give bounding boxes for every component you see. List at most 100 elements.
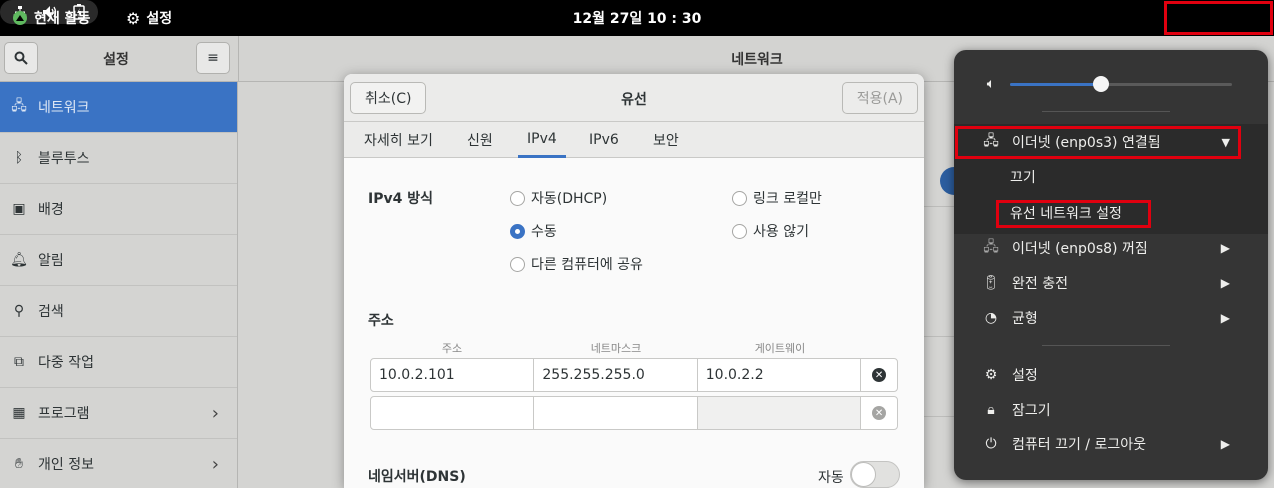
radio-label: 링크 로컬만: [753, 191, 822, 207]
radio-indicator: [510, 190, 525, 206]
method-auto-radio[interactable]: 자동(DHCP): [510, 188, 607, 208]
menu-item-label: 균형: [1012, 311, 1038, 327]
chevron-down-icon: ▼: [1221, 135, 1230, 149]
ipv4-method-label: IPv4 방식: [368, 191, 433, 207]
wired-settings-dialog: 취소(C) 유선 적용(A) 자세히 보기 신원 IPv4 IPv6 보안 IP…: [344, 74, 924, 488]
menu-item-label: 잠그기: [1012, 403, 1051, 419]
method-disable-radio[interactable]: 사용 않기: [732, 221, 809, 241]
sidebar-item-label: 배경: [38, 202, 64, 218]
sidebar-item-bluetooth[interactable]: ᛒ 블루투스: [0, 133, 237, 184]
wired-settings-item[interactable]: 유선 네트워크 설정: [954, 201, 1268, 225]
sidebar-item-background[interactable]: ▣ 배경: [0, 184, 237, 235]
menu-item-label: 컴퓨터 끄기 / 로그아웃: [1012, 437, 1146, 453]
power-off-item[interactable]: ⏻ 컴퓨터 끄기 / 로그아웃 ▶: [954, 432, 1268, 456]
settings-item[interactable]: ⚙ 설정: [954, 363, 1268, 387]
app-menu-button[interactable]: ⚙ 설정: [126, 0, 172, 36]
column-header-netmask: 네트마스크: [590, 342, 642, 355]
radio-indicator: [732, 223, 747, 239]
sidebar-item-network[interactable]: 🖧 네트워크: [0, 82, 237, 133]
close-icon: ✕: [872, 406, 887, 420]
radio-label: 사용 않기: [753, 224, 809, 240]
separator: [1042, 345, 1170, 346]
menu-item-label: 끄기: [1010, 170, 1036, 186]
dns-auto-label: 자동: [818, 470, 844, 486]
method-shared-radio[interactable]: 다른 컴퓨터에 공유: [510, 254, 643, 274]
address-field[interactable]: [371, 397, 535, 429]
clock[interactable]: 12월 27일 10 : 30: [0, 0, 1274, 36]
volume-low-icon: 🔈︎: [986, 76, 996, 92]
radio-indicator: [510, 223, 525, 239]
dialog-title: 유선: [621, 92, 647, 108]
hamburger-menu-button[interactable]: ≡: [196, 42, 230, 74]
top-bar: 현재 활동 ⚙ 설정 12월 27일 10 : 30: [0, 0, 1274, 36]
system-menu: 🔈︎ 🖧 이더넷 (enp0s3) 연결됨 ▼ 끄기 유선 네트워크 설정 🖧 …: [954, 50, 1268, 480]
sidebar-item-notifications[interactable]: 🔔︎ 알림: [0, 235, 237, 286]
column-header-address: 주소: [441, 342, 463, 355]
volume-row: 🔈︎: [954, 72, 1268, 96]
netmask-field[interactable]: 255.255.255.0: [534, 359, 698, 391]
tab-ipv4[interactable]: IPv4: [518, 122, 566, 158]
dns-label: 네임서버(DNS): [368, 469, 466, 485]
chevron-right-icon: ›: [211, 402, 219, 424]
radio-label: 수동: [531, 224, 557, 240]
menu-item-label: 유선 네트워크 설정: [1010, 206, 1122, 222]
chevron-right-icon: ▶: [1220, 437, 1230, 451]
chevron-right-icon: ›: [211, 453, 219, 475]
sidebar-item-multitasking[interactable]: ⧉ 다중 작업: [0, 337, 237, 388]
gnome-logo-icon: [13, 11, 27, 25]
tab-ipv6[interactable]: IPv6: [589, 122, 619, 158]
sidebar-item-label: 개인 정보: [38, 457, 94, 473]
volume-slider[interactable]: [1010, 76, 1232, 92]
wired-network-icon: 🖧: [983, 133, 999, 149]
apply-button[interactable]: 적용(A): [841, 82, 918, 114]
sidebar-item-search[interactable]: ⚲ 검색: [0, 286, 237, 337]
switch-knob: [851, 462, 876, 487]
lock-item[interactable]: 🔒︎ 잠그기: [954, 398, 1268, 422]
battery-item[interactable]: 🔋︎ 완전 충전 ▶: [954, 271, 1268, 295]
gateway-field[interactable]: 10.0.2.2: [698, 359, 862, 391]
battery-icon: 🔋︎: [982, 275, 1000, 291]
chevron-right-icon: ▶: [1220, 276, 1230, 290]
sidebar-item-label: 프로그램: [38, 406, 90, 422]
address-section-label: 주소: [368, 313, 394, 329]
lock-icon: 🔒︎: [987, 402, 995, 418]
background-icon: ▣: [12, 201, 26, 217]
sidebar-header: 설정 ≡: [0, 36, 238, 82]
close-icon: ✕: [872, 368, 887, 382]
gateway-field[interactable]: [697, 397, 862, 429]
volume-slider-handle[interactable]: [1093, 76, 1110, 92]
menu-item-label: 완전 충전: [1012, 276, 1068, 292]
tab-security[interactable]: 보안: [653, 122, 679, 158]
gear-icon: ⚙: [126, 8, 141, 28]
activities-button[interactable]: 현재 활동: [12, 0, 90, 36]
menu-item-label: 설정: [1012, 368, 1038, 384]
sidebar-item-apps[interactable]: ▦ 프로그램 ›: [0, 388, 237, 439]
dialog-tabs: 자세히 보기 신원 IPv4 IPv6 보안: [344, 122, 924, 158]
radio-label: 자동(DHCP): [531, 191, 608, 207]
delete-address-button[interactable]: ✕: [861, 397, 897, 429]
network-icon: 🖧: [11, 98, 27, 114]
ethernet-enp0s3-item[interactable]: 🖧 이더넷 (enp0s3) 연결됨 ▼: [954, 130, 1268, 154]
dns-auto-switch[interactable]: [850, 461, 900, 488]
method-manual-radio[interactable]: 수동: [510, 221, 557, 241]
sidebar-item-privacy[interactable]: ✋︎ 개인 정보 ›: [0, 439, 237, 488]
network-off-item[interactable]: 끄기: [954, 165, 1268, 189]
cancel-button[interactable]: 취소(C): [350, 82, 427, 114]
dialog-header: 취소(C) 유선 적용(A): [344, 74, 924, 122]
address-row: ✕: [370, 396, 898, 430]
netmask-field[interactable]: [534, 397, 698, 429]
tab-identity[interactable]: 신원: [467, 122, 493, 158]
sidebar-item-label: 검색: [38, 304, 64, 320]
tab-details[interactable]: 자세히 보기: [364, 122, 433, 158]
search-icon: ⚲: [13, 303, 25, 319]
radio-indicator: [510, 256, 525, 272]
method-link-local-radio[interactable]: 링크 로컬만: [732, 188, 822, 208]
power-mode-item[interactable]: ◔ 균형 ▶: [954, 306, 1268, 330]
delete-address-button[interactable]: ✕: [861, 359, 897, 391]
chevron-right-icon: ▶: [1220, 241, 1230, 255]
address-field[interactable]: 10.0.2.101: [371, 359, 535, 391]
apps-grid-icon: ▦: [12, 405, 26, 421]
power-profile-icon: ◔: [984, 310, 998, 326]
ethernet-enp0s8-item[interactable]: 🖧 이더넷 (enp0s8) 꺼짐 ▶: [954, 236, 1268, 260]
menu-item-label: 이더넷 (enp0s8) 꺼짐: [1012, 241, 1148, 257]
